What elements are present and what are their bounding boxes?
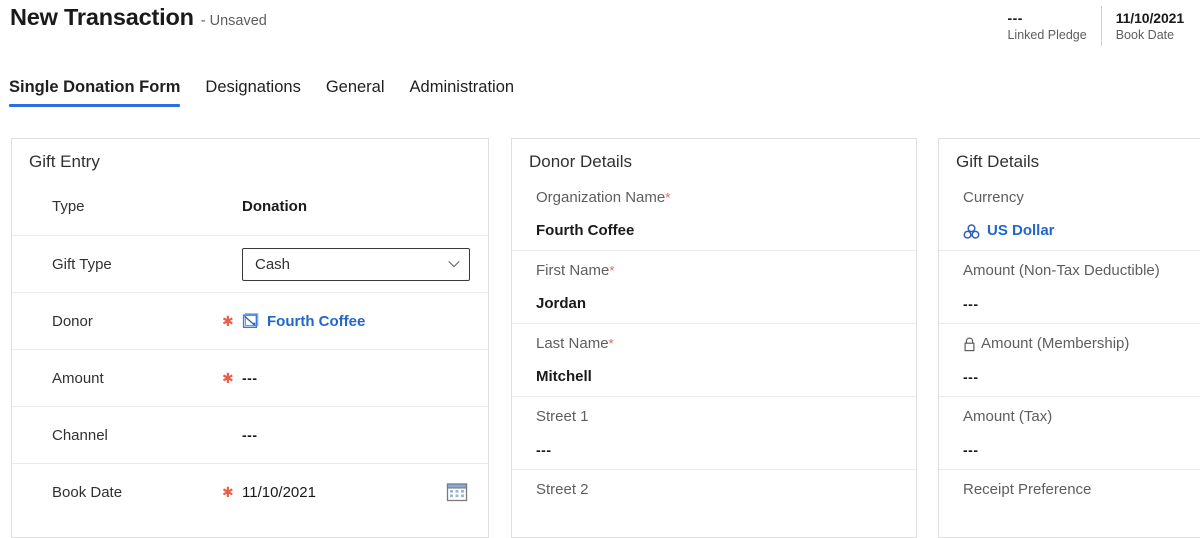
field-label-channel: Channel [52, 426, 108, 444]
field-value-gift-type: Cash [242, 247, 470, 281]
form-panels: Gift Entry Type Donation Gift Type Cash … [0, 138, 1200, 538]
header-fact-strip: --- Linked Pledge 11/10/2021 Book Date [993, 6, 1198, 46]
field-label-street-2: Street 2 [536, 481, 589, 498]
book-date-value: 11/10/2021 [1115, 9, 1184, 26]
field-label-last-name: Last Name * [536, 335, 614, 352]
panel-gift-entry-title: Gift Entry [29, 152, 100, 171]
field-value-amount[interactable]: --- [242, 370, 470, 386]
field-label-currency: Currency [963, 189, 1024, 206]
tab-label: Designations [205, 78, 301, 96]
panel-gift-entry: Gift Entry Type Donation Gift Type Cash … [11, 138, 489, 538]
field-label-book-date: Book Date [52, 483, 123, 501]
field-row-gift-type: Gift Type Cash [12, 235, 488, 292]
tab-general[interactable]: General [326, 78, 397, 107]
field-value-channel[interactable]: --- [242, 427, 470, 443]
panel-gift-details-title: Gift Details [956, 152, 1040, 171]
field-value-amount-non-tax-deductible[interactable]: --- [963, 295, 1200, 313]
panel-donor-details-title: Donor Details [529, 152, 632, 171]
title-block: New Transaction - Unsaved [10, 4, 267, 31]
field-row-amount-non-tax-deductible: Amount (Non-Tax Deductible) --- [939, 250, 1200, 323]
field-row-amount: Amount ✱ --- [12, 349, 488, 406]
gift-type-select[interactable]: Cash [242, 247, 470, 281]
required-asterisk-amount: ✱ [222, 370, 234, 386]
currency-name: US Dollar [987, 222, 1055, 239]
field-label-amount-tax: Amount (Tax) [963, 408, 1053, 425]
field-row-channel: Channel --- [12, 406, 488, 463]
tab-label: General [325, 78, 385, 96]
field-row-type: Type Donation [12, 178, 488, 235]
required-asterisk: * [608, 336, 614, 351]
header-fact-book-date[interactable]: 11/10/2021 Book Date [1100, 6, 1198, 46]
tab-label: Administration [409, 78, 515, 96]
linked-pledge-label: Linked Pledge [1007, 27, 1087, 42]
lock-icon [964, 337, 975, 351]
field-label-amount-membership: Amount (Membership) [963, 333, 1200, 355]
required-asterisk-book-date: ✱ [222, 484, 234, 500]
field-value-book-date[interactable]: 11/10/2021 [242, 484, 470, 501]
field-value-amount-membership: --- [963, 369, 979, 385]
calendar-icon[interactable] [446, 481, 468, 503]
tab-single-donation-form[interactable]: Single Donation Form [9, 78, 192, 107]
save-status: - Unsaved [200, 13, 267, 29]
currency-icon [963, 223, 980, 239]
donor-name: Fourth Coffee [267, 312, 366, 330]
calendar-glyph [446, 483, 468, 502]
required-asterisk: * [609, 263, 615, 278]
field-row-amount-tax: Amount (Tax) --- [939, 396, 1200, 469]
header-fact-linked-pledge[interactable]: --- Linked Pledge [993, 6, 1100, 46]
field-row-amount-membership: Amount (Membership) --- [939, 323, 1200, 396]
gift-type-selected-value: Cash [255, 255, 291, 273]
record-header: New Transaction - Unsaved --- Linked Ple… [0, 0, 1200, 62]
field-row-receipt-preference: Receipt Preference [939, 469, 1200, 511]
field-label-donor: Donor [52, 312, 93, 330]
field-row-street-1: Street 1 --- [512, 396, 916, 469]
field-row-organization-name: Organization Name * Fourth Coffee [512, 178, 916, 250]
field-value-currency[interactable]: US Dollar [963, 222, 1200, 240]
required-asterisk: * [665, 190, 671, 205]
field-value-street-1[interactable]: --- [536, 441, 900, 459]
tab-administration[interactable]: Administration [410, 78, 527, 107]
field-label-receipt-preference: Receipt Preference [963, 481, 1092, 498]
book-date-label: Book Date [1115, 27, 1175, 42]
field-label-street-1: Street 1 [536, 408, 589, 425]
field-label-first-name: First Name * [536, 262, 615, 279]
field-label-gift-type: Gift Type [52, 255, 112, 273]
panel-gift-details: Gift Details Currency US Dollar Amount (… [938, 138, 1200, 538]
field-value-type: Donation [242, 198, 307, 215]
field-value-first-name[interactable]: Jordan [536, 295, 900, 313]
field-row-donor: Donor ✱ Fourth Coffee [12, 292, 488, 349]
donor-lookup-link[interactable]: Fourth Coffee [242, 313, 365, 330]
field-label-amount-non-tax-deductible: Amount (Non-Tax Deductible) [963, 262, 1160, 279]
page-title: New Transaction [10, 4, 194, 30]
tab-active-underline [9, 104, 181, 107]
account-icon [242, 312, 259, 328]
field-row-first-name: First Name * Jordan [512, 250, 916, 323]
field-label-type: Type [52, 198, 85, 215]
field-value-donor: Fourth Coffee [242, 313, 470, 330]
field-row-last-name: Last Name * Mitchell [512, 323, 916, 396]
chevron-down-icon [448, 261, 460, 268]
linked-pledge-value: --- [1007, 9, 1023, 26]
field-row-street-2: Street 2 [512, 469, 916, 511]
tab-label: Single Donation Form [9, 78, 181, 96]
field-label-organization-name: Organization Name * [536, 189, 671, 206]
field-value-organization-name[interactable]: Fourth Coffee [536, 222, 900, 240]
field-value-last-name[interactable]: Mitchell [536, 368, 900, 386]
field-row-book-date: Book Date ✱ 11/10/2021 [12, 463, 488, 520]
tab-bar: Single Donation Form Designations Genera… [0, 78, 1200, 118]
tab-designations[interactable]: Designations [205, 78, 312, 107]
panel-donor-details: Donor Details Organization Name * Fourth … [511, 138, 917, 538]
field-value-amount-tax[interactable]: --- [963, 441, 1200, 459]
field-row-currency: Currency US Dollar [939, 178, 1200, 250]
field-label-amount: Amount [52, 369, 104, 387]
required-asterisk-donor: ✱ [222, 313, 234, 329]
